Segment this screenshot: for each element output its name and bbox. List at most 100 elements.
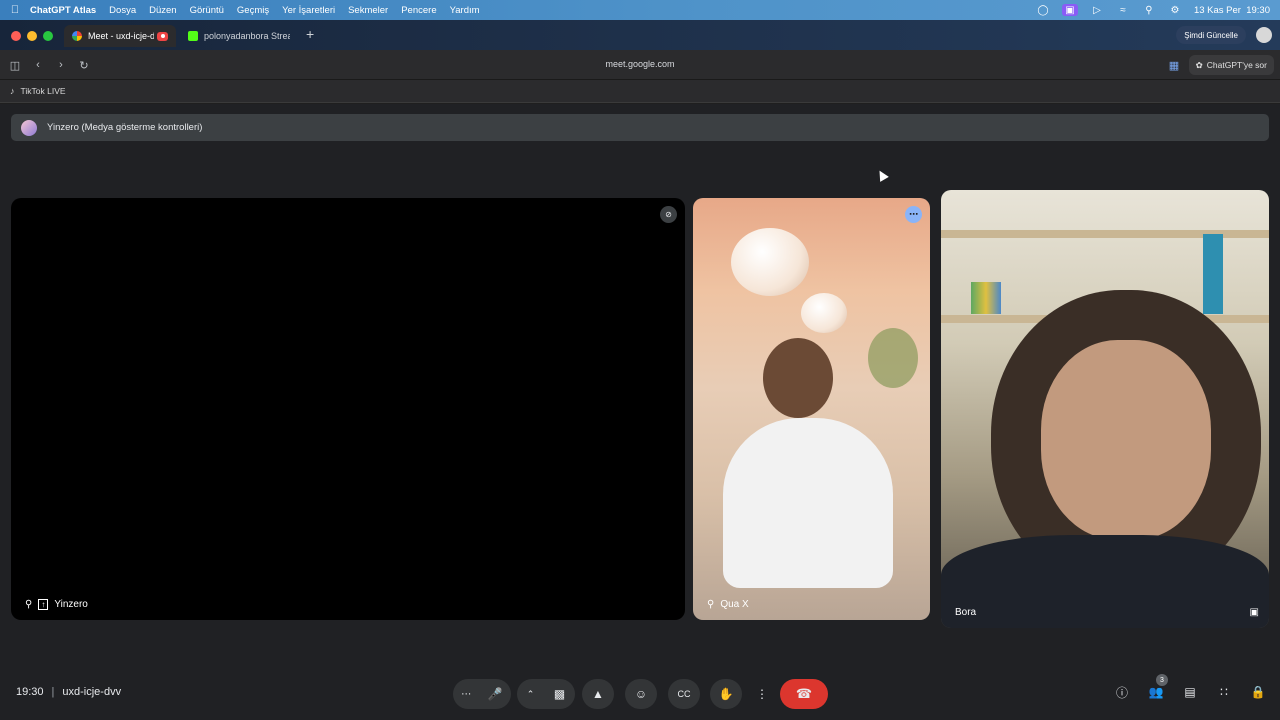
- meeting-info: 19:30 | uxd-icje-dvv: [16, 686, 121, 698]
- banner-text: Yinzero (Medya gösterme kontrolleri): [47, 122, 203, 133]
- meeting-details-icon[interactable]: ⓘ: [1114, 684, 1130, 700]
- screen-record-icon[interactable]: ▣: [1061, 4, 1078, 16]
- emoji-icon: ☺: [634, 687, 648, 701]
- people-icon[interactable]: 👥 3: [1148, 674, 1168, 700]
- spotlight-search-icon[interactable]: ⚲: [1142, 4, 1156, 16]
- menu-gecmis[interactable]: Geçmiş: [237, 5, 269, 16]
- tab-meet-label: Meet - uxd-icje-dvv: [88, 31, 154, 41]
- meet-content: Yinzero (Medya gösterme kontrolleri) ⊘ ⚲…: [0, 104, 1280, 720]
- qua-name-label: ⚲ Qua X: [707, 599, 749, 610]
- present-screen-button[interactable]: ▲: [582, 679, 614, 709]
- more-audio-options-icon[interactable]: ⋯: [461, 689, 471, 700]
- activities-icon[interactable]: ∷: [1216, 684, 1232, 700]
- participant-tile-qua[interactable]: ⋯ ⚲ Qua X: [693, 198, 930, 620]
- presenter-tile[interactable]: ⊘ ⚲ ↑ Yinzero: [11, 198, 685, 620]
- menu-sekmeler[interactable]: Sekmeler: [348, 5, 388, 16]
- mic-muted-icon: ⊘: [660, 206, 677, 223]
- presentation-banner[interactable]: Yinzero (Medya gösterme kontrolleri): [11, 114, 1269, 141]
- people-count-badge: 3: [1156, 674, 1168, 686]
- menu-pencere[interactable]: Pencere: [401, 5, 436, 16]
- menu-duzen[interactable]: Düzen: [149, 5, 176, 16]
- captions-button[interactable]: CC: [668, 679, 700, 709]
- ask-chatgpt-button[interactable]: ✿ ChatGPT'ye sor: [1188, 55, 1274, 75]
- apple-icon[interactable]: : [0, 4, 30, 16]
- minimize-window-button[interactable]: [27, 31, 37, 41]
- meeting-time: 19:30: [16, 686, 44, 698]
- browser-toolbar: ◫ ‹ › ↻ meet.google.com ▦ ✿ ChatGPT'ye s…: [0, 50, 1280, 80]
- lantern-image: [731, 228, 809, 296]
- kick-favicon-icon: [188, 31, 198, 41]
- reactions-button[interactable]: ☺: [625, 679, 657, 709]
- address-bar[interactable]: meet.google.com: [0, 59, 1280, 69]
- qua-name: Qua X: [720, 599, 749, 610]
- presenter-name-label: ⚲ ↑ Yinzero: [25, 599, 88, 610]
- camera-button[interactable]: ⌃ ▩: [517, 679, 575, 709]
- pin-icon[interactable]: ⚲: [25, 599, 32, 610]
- browser-tab-bar: Meet - uxd-icje-dvv polonyadanbora Strea…: [0, 20, 1280, 50]
- leave-call-button[interactable]: ☎: [780, 679, 828, 709]
- captions-icon: CC: [677, 689, 691, 699]
- books-image: [1203, 234, 1223, 314]
- mouse-cursor-icon: [875, 168, 889, 182]
- meet-control-bar: 19:30 | uxd-icje-dvv ⋯ 🎤 ⌃ ▩ ▲ ☺ CC ✋ ⋮ …: [0, 672, 1280, 720]
- google-meet-favicon-icon: [72, 31, 82, 41]
- tiktok-icon: ♪: [10, 86, 15, 96]
- play-icon[interactable]: ▷: [1090, 4, 1104, 16]
- presenter-avatar: [21, 119, 37, 136]
- menu-app-name[interactable]: ChatGPT Atlas: [30, 5, 96, 16]
- menu-yardim[interactable]: Yardım: [450, 5, 480, 16]
- hand-icon: ✋: [718, 687, 734, 701]
- microphone-icon: 🎤: [487, 687, 503, 701]
- profile-avatar[interactable]: [1256, 27, 1272, 43]
- right-controls: ⓘ 👥 3 ▤ ∷ 🔒: [1114, 674, 1266, 700]
- menu-goruntu[interactable]: Görüntü: [190, 5, 224, 16]
- bookmarks-bar: ♪ TikTok LIVE: [0, 80, 1280, 103]
- wifi-icon[interactable]: ≈: [1116, 4, 1130, 16]
- macos-menubar:  ChatGPT Atlas Dosya Düzen Görüntü Geçm…: [0, 0, 1280, 20]
- meeting-code: uxd-icje-dvv: [62, 686, 122, 698]
- lantern-image: [801, 293, 847, 333]
- new-tab-plus-icon[interactable]: +: [306, 26, 314, 42]
- raise-hand-button[interactable]: ✋: [710, 679, 742, 709]
- end-call-icon: ☎: [795, 686, 813, 701]
- ask-chatgpt-label: ChatGPT'ye sor: [1206, 60, 1267, 70]
- mic-button[interactable]: ⋯ 🎤: [453, 679, 511, 709]
- plant-image: [868, 328, 918, 388]
- menubar-datetime[interactable]: 13 Kas Per 19:30: [1194, 5, 1270, 16]
- chatgpt-logo-icon: ✿: [1195, 59, 1203, 70]
- presenter-name: Yinzero: [54, 599, 88, 610]
- participant-face-image: [1041, 340, 1211, 540]
- more-options-icon[interactable]: ⋯: [905, 206, 922, 223]
- host-controls-lock-icon[interactable]: 🔒: [1250, 684, 1266, 700]
- participant-shirt-image: [723, 418, 893, 588]
- more-vert-icon: ⋮: [756, 687, 768, 701]
- translate-icon[interactable]: ▦: [1166, 57, 1182, 73]
- bora-name: Bora: [955, 607, 977, 618]
- more-options-button[interactable]: ⋮: [752, 679, 772, 709]
- camera-icon: ▩: [553, 687, 566, 701]
- picture-in-picture-icon[interactable]: ▣: [1250, 607, 1259, 618]
- present-screen-icon: ▲: [592, 687, 604, 701]
- divider: |: [51, 686, 55, 698]
- menu-yer-isaretleri[interactable]: Yer İşaretleri: [282, 5, 335, 16]
- participant-tile-bora[interactable]: Bora ▣: [941, 190, 1269, 628]
- tab-stream[interactable]: polonyadanbora Stream: [180, 25, 298, 47]
- menu-dosya[interactable]: Dosya: [109, 5, 136, 16]
- bookmark-tiktok-live[interactable]: TikTok LIVE: [21, 86, 66, 96]
- bora-name-label: Bora: [955, 607, 976, 618]
- tab-meet[interactable]: Meet - uxd-icje-dvv: [64, 25, 176, 47]
- recording-icon: [157, 31, 168, 41]
- zoom-window-button[interactable]: [43, 31, 53, 41]
- control-center-icon[interactable]: ⚙: [1168, 4, 1182, 16]
- sync-icon[interactable]: ◯: [1036, 4, 1050, 16]
- pin-icon[interactable]: ⚲: [707, 599, 714, 610]
- tab-stream-label: polonyadanbora Stream: [204, 31, 290, 41]
- present-screen-icon: ↑: [38, 599, 49, 610]
- close-window-button[interactable]: [11, 31, 21, 41]
- participant-video-figure: [763, 338, 833, 418]
- participant-shirt-image: [941, 535, 1269, 628]
- update-now-button[interactable]: Şimdi Güncelle: [1176, 26, 1246, 44]
- chevron-up-icon[interactable]: ⌃: [527, 689, 535, 700]
- chat-icon[interactable]: ▤: [1182, 684, 1198, 700]
- books-image: [971, 282, 1001, 314]
